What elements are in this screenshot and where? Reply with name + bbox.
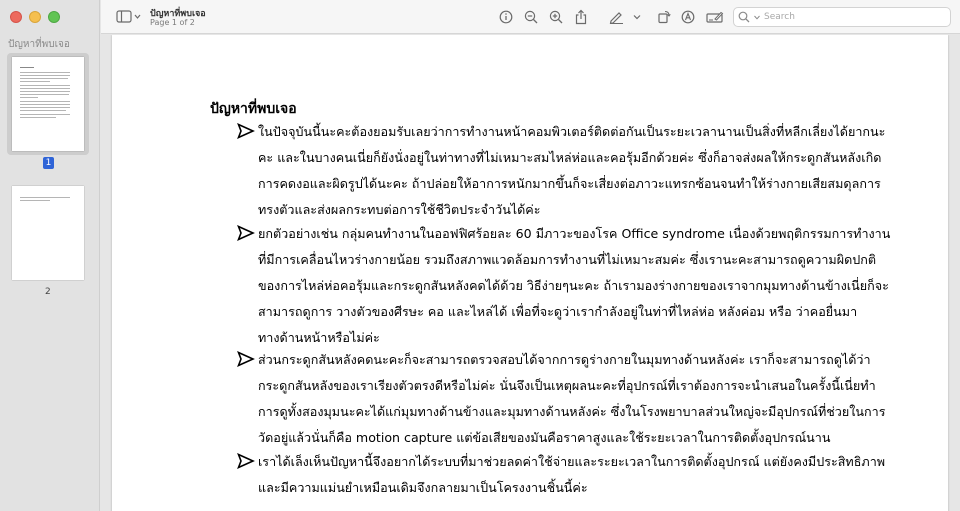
arrow-bullet-icon	[237, 123, 255, 139]
minimize-window-button[interactable]	[29, 11, 41, 23]
thumbnail-image	[12, 186, 84, 280]
zoom-in-icon	[549, 10, 563, 24]
zoom-out-icon	[524, 10, 538, 24]
annotate-icon	[681, 10, 695, 24]
arrow-bullet-icon	[237, 453, 255, 469]
section-heading: ปัญหาที่พบเจอ	[210, 101, 297, 117]
sidebar: ปัญหาที่พบเจอ 1 2	[0, 0, 100, 511]
chevron-down-icon	[754, 15, 760, 20]
bullet-paragraph-1: ในปัจจุบันนี้นะคะต้องยอมรับเลยว่าการทำงา…	[258, 124, 886, 217]
info-icon	[499, 10, 513, 24]
arrow-bullet-icon	[237, 351, 255, 367]
thumbnail-image	[12, 57, 84, 151]
window-controls	[10, 11, 60, 23]
page-thumbnail-1[interactable]	[7, 53, 89, 155]
sidebar-icon	[116, 10, 141, 23]
zoom-window-button[interactable]	[48, 11, 60, 23]
search-field[interactable]	[733, 7, 951, 27]
bullet-paragraph-4: เราได้เล็งเห็นปัญหานี้จึงอยากได้ระบบที่ม…	[258, 454, 886, 495]
search-input[interactable]	[764, 12, 944, 22]
share-icon	[575, 9, 587, 25]
rotate-button[interactable]	[655, 8, 673, 26]
search-icon	[738, 11, 750, 23]
page-indicator: Page 1 of 2	[150, 18, 195, 27]
annotate-button[interactable]	[679, 8, 697, 26]
rotate-icon	[658, 10, 671, 24]
toolbar: ปัญหาที่พบเจอ Page 1 of 2	[101, 0, 960, 34]
close-window-button[interactable]	[10, 11, 22, 23]
zoom-in-button[interactable]	[547, 8, 565, 26]
page-thumbnail-2[interactable]	[7, 182, 89, 284]
page-number-label: 1	[43, 157, 54, 169]
document-page: ปัญหาที่พบเจอ ในปัจจุบันนี้นะคะต้องยอมรั…	[112, 35, 948, 511]
bullet-paragraph-2: ยกตัวอย่างเช่น กลุ่มคนทำงานในออฟฟิศร้อยล…	[258, 226, 891, 345]
sidebar-title: ปัญหาที่พบเจอ	[8, 39, 70, 50]
pen-icon	[609, 12, 623, 24]
markup-menu-button[interactable]	[631, 8, 643, 26]
document-viewer[interactable]: ปัญหาที่พบเจอ ในปัจจุบันนี้นะคะต้องยอมรั…	[101, 35, 960, 511]
info-button[interactable]	[497, 8, 515, 26]
chevron-down-icon	[633, 15, 641, 20]
markup-button[interactable]	[607, 8, 625, 26]
form-icon	[706, 11, 724, 23]
share-button[interactable]	[572, 8, 590, 26]
form-fill-button[interactable]	[705, 8, 725, 26]
zoom-out-button[interactable]	[522, 8, 540, 26]
page-number-label: 2	[45, 287, 51, 297]
bullet-paragraph-3: ส่วนกระดูกสันหลังคดนะคะก็จะสามารถตรวจสอบ…	[258, 352, 886, 445]
sidebar-toggle-button[interactable]	[115, 8, 143, 26]
arrow-bullet-icon	[237, 225, 255, 241]
